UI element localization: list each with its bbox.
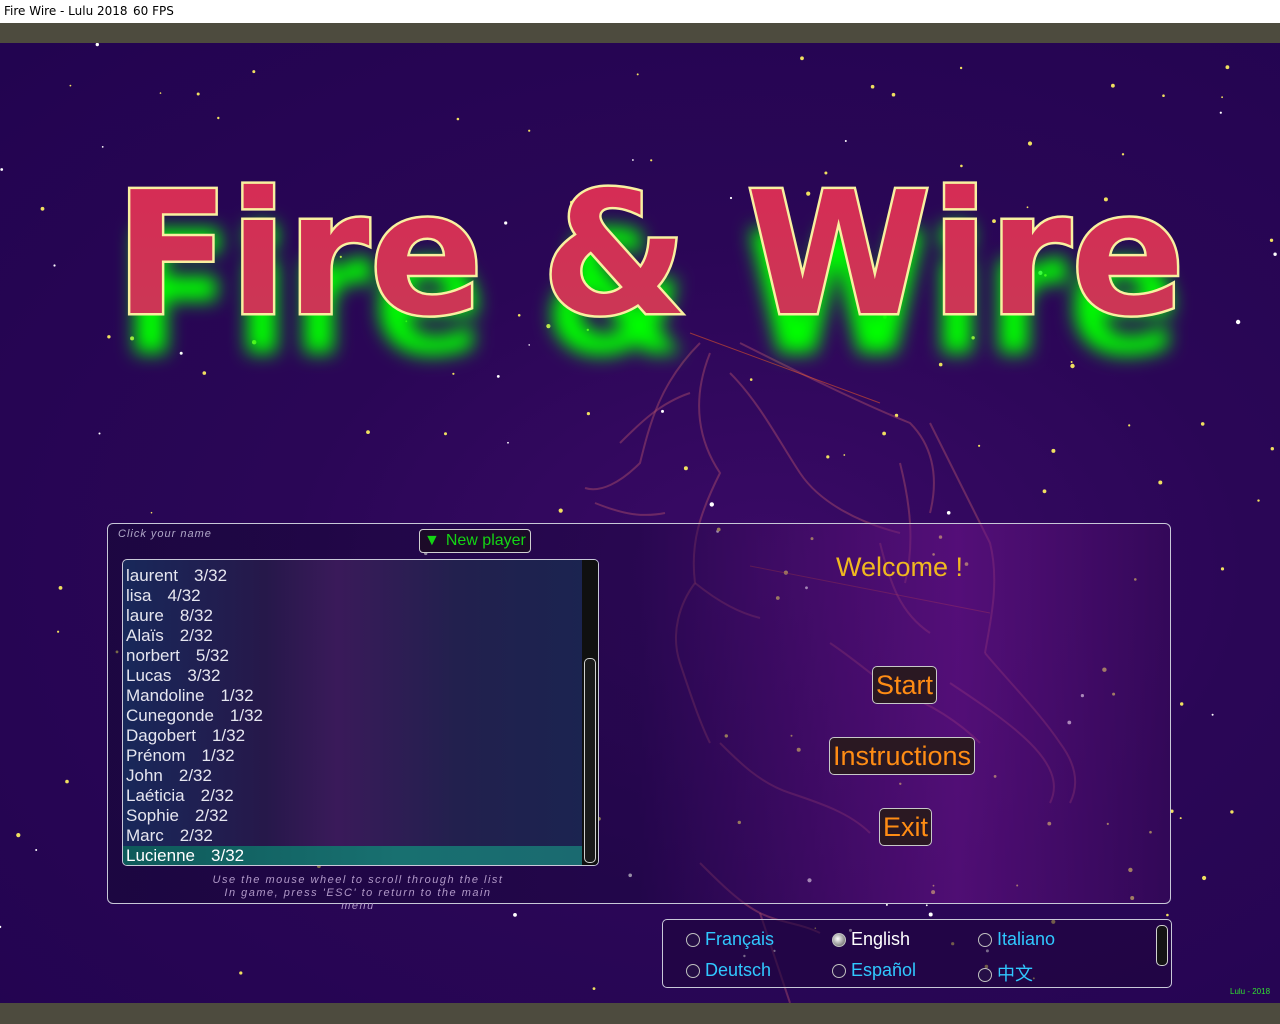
player-name: John <box>126 766 163 785</box>
player-list-item[interactable]: laurent 3/32 <box>123 566 583 586</box>
help-text: Use the mouse wheel to scroll through th… <box>208 874 508 913</box>
player-score: 1/32 <box>211 726 246 745</box>
window-title: Fire Wire - Lulu 2018 <box>4 4 128 18</box>
player-name: laure <box>126 606 164 625</box>
language-label: English <box>851 929 911 949</box>
player-list-item[interactable]: Laéticia 2/32 <box>123 786 583 806</box>
player-score: 8/32 <box>179 606 213 625</box>
player-list-item[interactable]: Sophie 2/32 <box>123 806 583 826</box>
player-list-item[interactable]: John 2/32 <box>123 766 583 786</box>
player-list-item[interactable]: Dagobert 1/32 <box>123 726 583 746</box>
player-name: Mandoline <box>126 686 205 705</box>
player-list-item[interactable]: Mandoline 1/32 <box>123 686 583 706</box>
player-score: 3/32 <box>193 566 228 585</box>
player-score: 2/32 <box>194 806 229 825</box>
player-list-item[interactable]: Marc 2/32 <box>123 826 583 846</box>
radio-icon <box>832 964 846 978</box>
fps-counter: 60 FPS <box>133 4 174 18</box>
players-panel: Click your name ▼ New player laurent 3/32 l… <box>107 523 1171 912</box>
player-name: norbert <box>126 646 180 665</box>
game-logo: Fire & Wire Fire & Wire <box>113 154 1188 395</box>
player-name: Cunegonde <box>126 706 214 725</box>
player-score: 3/32 <box>211 846 245 865</box>
player-name: Lucienne <box>126 846 196 865</box>
player-name: Laéticia <box>126 786 185 805</box>
player-score: 1/32 <box>220 686 254 705</box>
language-label: Français <box>705 929 775 949</box>
top-border <box>0 23 1280 43</box>
language-label: 中文 <box>997 964 1033 984</box>
new-player-button[interactable]: ▼ New player <box>419 529 531 553</box>
start-button[interactable]: Start <box>872 666 938 704</box>
triangle-down-icon: ▼ <box>424 532 440 549</box>
player-list-item[interactable]: norbert 5/32 <box>123 646 583 666</box>
player-name: laurent <box>126 566 178 585</box>
welcome-text: Welcome ! <box>836 552 964 582</box>
logo-title: Fire & Wire <box>115 156 1185 354</box>
player-score: 2/32 <box>178 766 212 785</box>
player-name: Sophie <box>126 806 179 825</box>
language-label: Deutsch <box>705 960 772 980</box>
instructions-button[interactable]: Instructions <box>829 737 976 775</box>
player-list-item[interactable]: Prénom 1/32 <box>123 746 583 766</box>
radio-icon <box>978 968 992 982</box>
player-name: lisa <box>126 586 152 605</box>
language-option-francais[interactable]: Français <box>686 929 774 950</box>
language-panel: Français English Italiano Deutsch Españo… <box>662 919 1172 988</box>
player-score: 1/32 <box>201 746 235 765</box>
player-score: 2/32 <box>200 786 234 805</box>
player-name: Alaïs <box>126 626 164 645</box>
help-text-line-1: Use the mouse wheel to scroll through th… <box>212 874 504 886</box>
language-scrollbar[interactable] <box>1156 925 1168 966</box>
player-list-item[interactable]: Lucienne 3/32 <box>123 846 583 865</box>
player-score: 5/32 <box>195 646 229 665</box>
radio-icon <box>686 933 700 947</box>
player-list-item[interactable]: Lucas 3/32 <box>123 666 583 686</box>
player-list-item[interactable]: Cunegonde 1/32 <box>123 706 583 726</box>
player-score: 1/32 <box>229 706 264 725</box>
exit-button[interactable]: Exit <box>879 808 933 846</box>
language-option-deutsch[interactable]: Deutsch <box>686 960 771 981</box>
language-label: Italiano <box>997 929 1056 949</box>
player-name: Marc <box>126 826 164 845</box>
player-name: Lucas <box>126 666 172 685</box>
language-option-italiano[interactable]: Italiano <box>978 929 1055 950</box>
language-label: Español <box>851 960 917 980</box>
player-list-scrollbar[interactable] <box>582 560 598 865</box>
player-name: Dagobert <box>126 726 196 745</box>
scrollbar-thumb[interactable] <box>584 658 596 863</box>
credit-text: Lulu - 2018 <box>1230 987 1271 996</box>
player-name: Prénom <box>126 746 186 765</box>
language-option-english[interactable]: English <box>832 929 910 950</box>
language-option-chinese[interactable]: 中文 <box>978 960 1033 986</box>
help-text-line-2: In game, press 'ESC' to return to the ma… <box>224 887 492 912</box>
player-list[interactable]: laurent 3/32 lisa 4/32 laure 8/32 Alaïs 2/32 nor… <box>122 559 599 866</box>
radio-icon <box>978 933 992 947</box>
player-score: 2/32 <box>179 626 213 645</box>
game-viewport: Fire & Wire Fire & Wire Click your name … <box>0 43 1280 1003</box>
radio-icon <box>686 964 700 978</box>
new-player-label: New player <box>445 532 526 549</box>
radio-selected-icon <box>832 933 846 947</box>
player-score: 3/32 <box>187 666 221 685</box>
language-option-espanol[interactable]: Español <box>832 960 916 981</box>
player-score: 2/32 <box>179 826 213 845</box>
click-name-hint: Click your name <box>118 528 212 540</box>
player-list-item[interactable]: lisa 4/32 <box>123 586 583 606</box>
window-titlebar: Fire Wire - Lulu 2018 60 FPS <box>0 0 1280 23</box>
player-list-item[interactable]: Alaïs 2/32 <box>123 626 583 646</box>
bottom-border <box>0 1003 1280 1024</box>
player-score: 4/32 <box>167 586 201 605</box>
player-list-item[interactable]: laure 8/32 <box>123 606 583 626</box>
